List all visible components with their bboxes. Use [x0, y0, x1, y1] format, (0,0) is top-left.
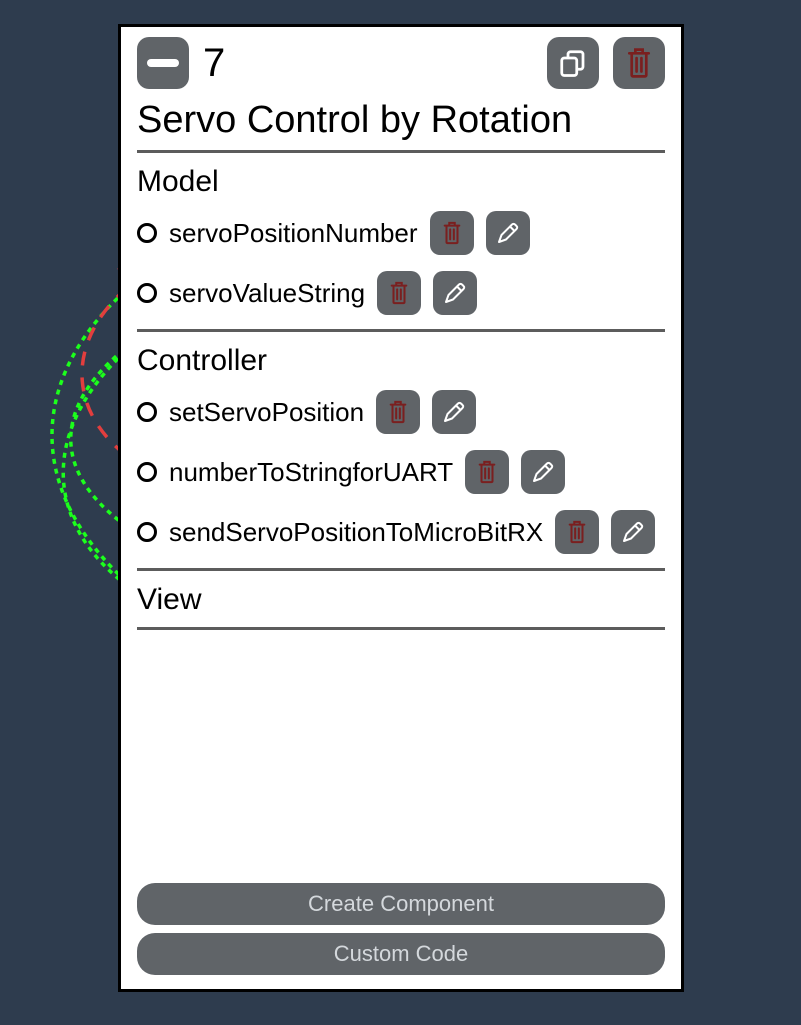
row-label: servoValueString	[169, 278, 365, 309]
edit-button[interactable]	[611, 510, 655, 554]
row-label: numberToStringforUART	[169, 457, 453, 488]
section-label-model: Model	[121, 159, 681, 203]
panel-footer: Create Component Custom Code	[137, 883, 665, 975]
port-dot[interactable]	[137, 402, 157, 422]
delete-button[interactable]	[465, 450, 509, 494]
pencil-icon	[531, 460, 555, 484]
controller-row: numberToStringforUART	[121, 442, 681, 502]
controller-row: sendServoPositionToMicroBitRX	[121, 502, 681, 562]
create-component-button[interactable]: Create Component	[137, 883, 665, 925]
row-label: servoPositionNumber	[169, 218, 418, 249]
trash-icon	[388, 280, 410, 306]
delete-button[interactable]	[377, 271, 421, 315]
model-row: servoPositionNumber	[121, 203, 681, 263]
port-dot[interactable]	[137, 462, 157, 482]
delete-button[interactable]	[430, 211, 474, 255]
row-label: setServoPosition	[169, 397, 364, 428]
edit-button[interactable]	[486, 211, 530, 255]
trash-icon	[387, 399, 409, 425]
minus-icon	[147, 59, 179, 67]
section-label-view: View	[121, 577, 681, 621]
copy-icon	[558, 48, 588, 78]
separator	[137, 150, 665, 153]
trash-icon	[441, 220, 463, 246]
pencil-icon	[442, 400, 466, 424]
pencil-icon	[496, 221, 520, 245]
section-label-controller: Controller	[121, 338, 681, 382]
separator	[137, 568, 665, 571]
panel-title: Servo Control by Rotation	[121, 89, 681, 144]
separator	[137, 329, 665, 332]
pencil-icon	[621, 520, 645, 544]
trash-icon	[476, 459, 498, 485]
custom-code-button[interactable]: Custom Code	[137, 933, 665, 975]
delete-button[interactable]	[555, 510, 599, 554]
pencil-icon	[443, 281, 467, 305]
trash-icon	[624, 46, 654, 80]
delete-button[interactable]	[376, 390, 420, 434]
row-label: sendServoPositionToMicroBitRX	[169, 517, 543, 548]
edit-button[interactable]	[521, 450, 565, 494]
copy-button[interactable]	[547, 37, 599, 89]
port-dot[interactable]	[137, 223, 157, 243]
program-panel: 7 Servo Control by Rotation Model servoP…	[118, 24, 684, 992]
port-dot[interactable]	[137, 283, 157, 303]
trash-icon	[566, 519, 588, 545]
delete-panel-button[interactable]	[613, 37, 665, 89]
edit-button[interactable]	[433, 271, 477, 315]
model-row: servoValueString	[121, 263, 681, 323]
collapse-button[interactable]	[137, 37, 189, 89]
separator	[137, 627, 665, 630]
panel-number: 7	[203, 41, 225, 86]
port-dot[interactable]	[137, 522, 157, 542]
controller-row: setServoPosition	[121, 382, 681, 442]
panel-header: 7	[121, 27, 681, 89]
edit-button[interactable]	[432, 390, 476, 434]
